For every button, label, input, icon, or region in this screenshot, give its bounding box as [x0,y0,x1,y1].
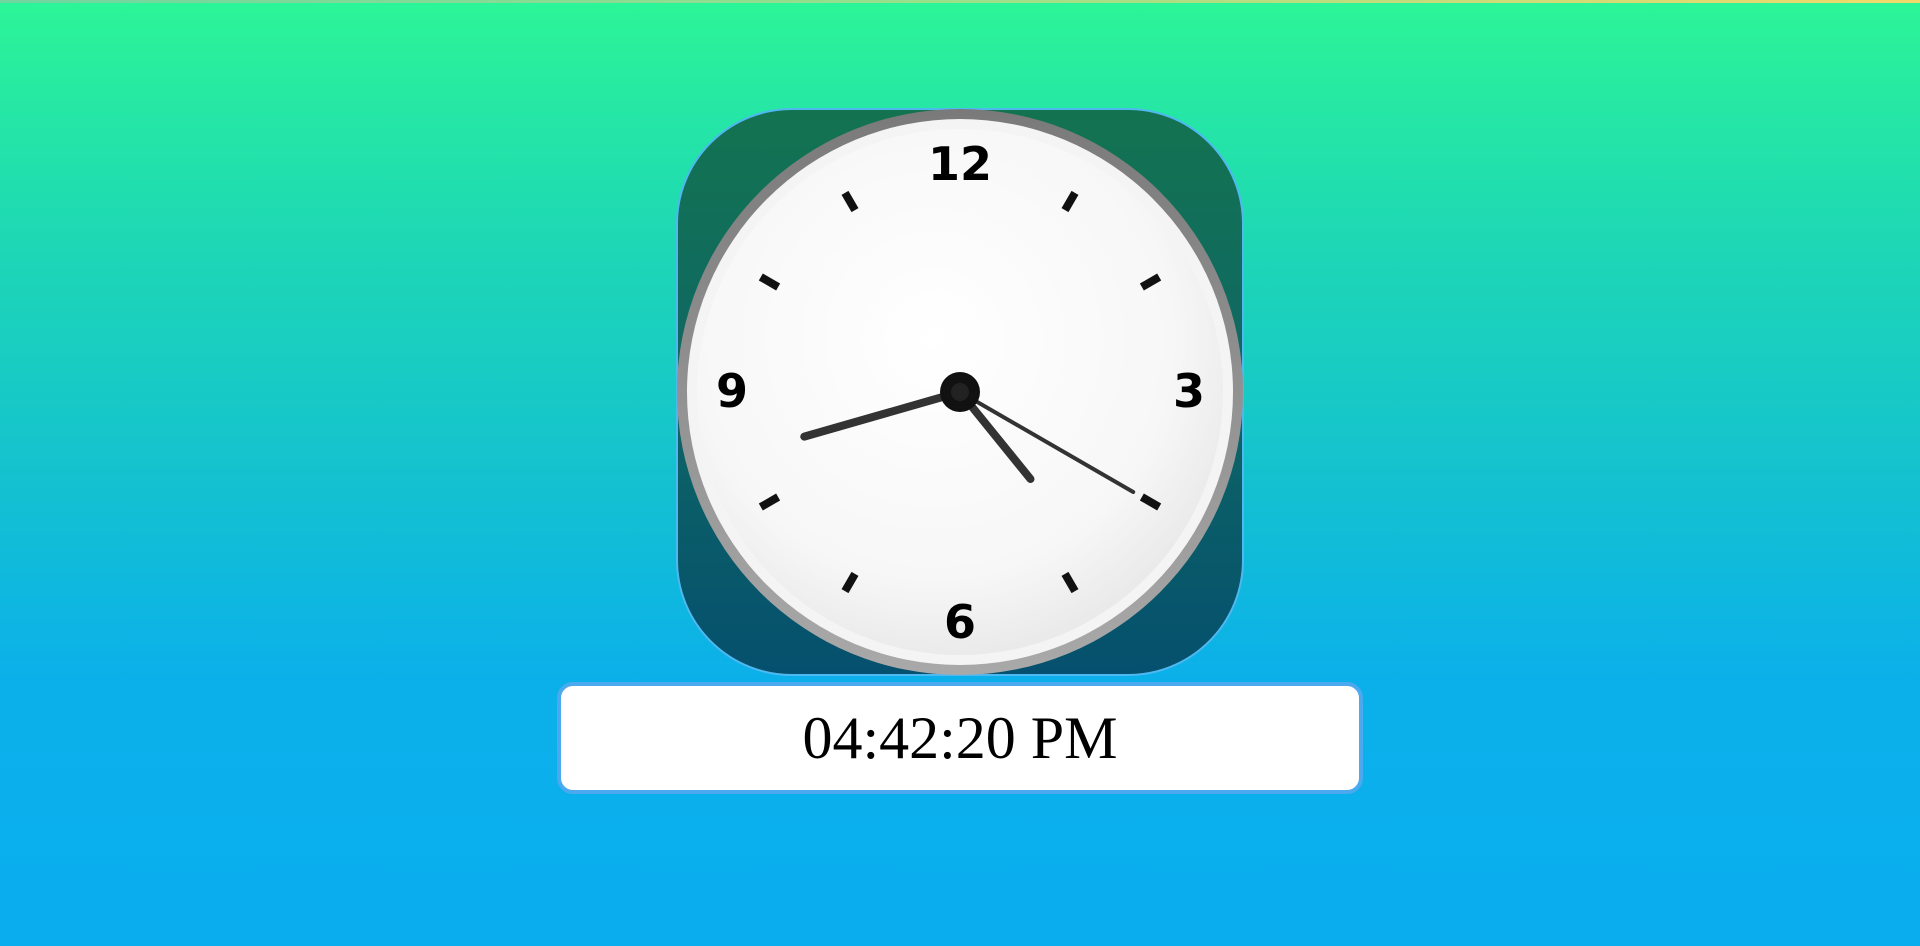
digital-time-text: 04:42:20 PM [802,704,1118,771]
numeral-3: 3 [1173,364,1205,418]
clock-center-pin [951,383,969,401]
numeral-9: 9 [716,364,748,418]
numeral-12: 12 [928,137,992,191]
numeral-6: 6 [944,595,976,649]
digital-time-display: 04:42:20 PM [557,682,1363,794]
analog-clock-icon: 12 3 6 9 [677,109,1243,675]
top-accent-strip [0,0,1920,3]
